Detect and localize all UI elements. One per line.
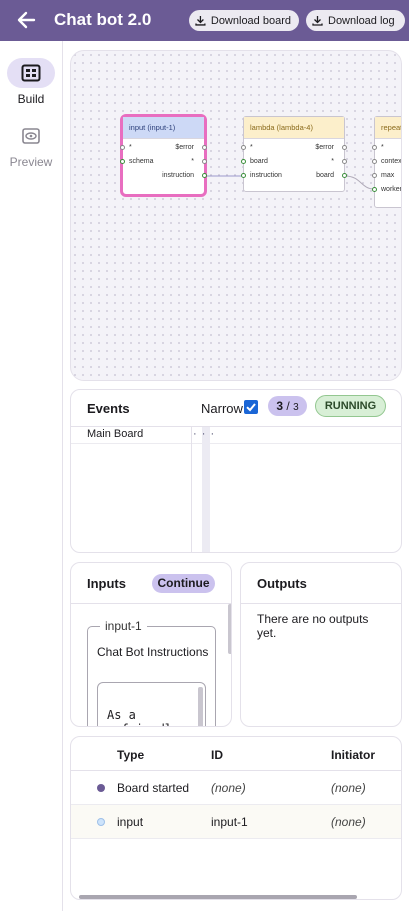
- rail-build-label: Build: [17, 92, 45, 106]
- events-row-label: Main Board: [87, 428, 144, 440]
- port-dot[interactable]: [202, 159, 207, 164]
- table-horizontal-scrollbar[interactable]: [79, 895, 357, 899]
- port-label: max: [381, 172, 395, 179]
- preview-eye-icon: [22, 128, 40, 144]
- port-dot[interactable]: [372, 187, 377, 192]
- port-label: *: [250, 144, 253, 151]
- back-arrow-icon[interactable]: [14, 9, 38, 31]
- port-dot[interactable]: [202, 145, 207, 150]
- nav-rail: Build Preview: [0, 41, 63, 911]
- narrow-label: Narrow: [201, 401, 243, 416]
- divider: [191, 427, 192, 552]
- column-header-id[interactable]: ID: [211, 748, 223, 762]
- port-label: *: [191, 158, 194, 165]
- download-icon: [312, 16, 323, 26]
- cell-type: input: [117, 815, 144, 829]
- continue-button[interactable]: Continue: [152, 574, 215, 593]
- graph-node-input[interactable]: input (input-1) * schema $error * instru…: [120, 114, 207, 197]
- event-count-total: 3: [293, 402, 299, 413]
- port-dot[interactable]: [372, 159, 377, 164]
- app-header: Chat bot 2.0 Download board Download log: [0, 0, 409, 41]
- inputs-title: Inputs: [87, 576, 126, 591]
- port-label: context: [381, 158, 402, 165]
- fieldset-legend: input-1: [100, 619, 147, 633]
- graph-edges: [207, 175, 375, 190]
- table-row[interactable]: Board started (none) (none): [71, 771, 401, 805]
- outputs-empty-text: There are no outputs yet.: [257, 612, 369, 640]
- table-row[interactable]: input input-1 (none): [71, 805, 401, 839]
- cell-initiator: (none): [331, 815, 366, 829]
- download-icon: [195, 16, 206, 26]
- checkmark-icon: [246, 403, 256, 412]
- port-dot[interactable]: [120, 145, 125, 150]
- build-board-icon: [21, 64, 41, 82]
- port-label: schema: [129, 158, 154, 165]
- node-title: repeat: [375, 117, 401, 139]
- input-fieldset: input-1 Chat Bot Instructions As a frien…: [87, 619, 216, 726]
- port-label: $error: [175, 144, 194, 151]
- events-row[interactable]: Main Board: [71, 427, 401, 444]
- cell-id: input-1: [211, 815, 248, 829]
- events-panel: Events Narrow 3 / 3 RUNNING Main Board ·…: [70, 389, 402, 553]
- event-table: Type ID Initiator Board started (none) (…: [70, 736, 402, 900]
- graph-node-lambda[interactable]: lambda (lambda-4) * board instruction $e…: [241, 116, 347, 192]
- inputs-scrollbar[interactable]: [228, 604, 231, 654]
- event-dot: [97, 784, 105, 792]
- outputs-title: Outputs: [257, 576, 307, 591]
- port-label: *: [331, 158, 334, 165]
- port-label: worker: [381, 186, 402, 193]
- port-label: instruction: [162, 172, 194, 179]
- column-header-initiator[interactable]: Initiator: [331, 748, 375, 762]
- event-count-separator: /: [283, 399, 294, 413]
- narrow-checkbox[interactable]: [244, 400, 258, 414]
- divider: [71, 603, 231, 604]
- port-label: $error: [315, 144, 334, 151]
- port-label: *: [381, 144, 384, 151]
- board-graph-canvas[interactable]: input (input-1) * schema $error * instru…: [70, 50, 402, 381]
- port-dot[interactable]: [241, 145, 246, 150]
- port-dot[interactable]: [342, 173, 347, 178]
- port-dot[interactable]: [241, 159, 246, 164]
- event-dot: [97, 818, 105, 826]
- rail-preview-label: Preview: [9, 155, 53, 169]
- port-dot[interactable]: [342, 145, 347, 150]
- cell-type: Board started: [117, 781, 190, 795]
- rail-item-preview[interactable]: Preview: [0, 121, 62, 169]
- port-label: board: [316, 172, 334, 179]
- node-title: lambda (lambda-4): [244, 117, 344, 139]
- node-title: input (input-1): [123, 117, 204, 139]
- field-label: Chat Bot Instructions: [97, 645, 209, 659]
- textarea-scrollbar[interactable]: [198, 687, 203, 726]
- timeline-track: [202, 427, 210, 552]
- outputs-panel: Outputs There are no outputs yet.: [240, 562, 402, 727]
- port-dot[interactable]: [202, 173, 207, 178]
- cell-id: (none): [211, 781, 246, 795]
- column-header-type[interactable]: Type: [117, 748, 144, 762]
- page-title: Chat bot 2.0: [54, 10, 152, 29]
- port-label: *: [129, 144, 132, 151]
- rail-item-build[interactable]: Build: [0, 58, 62, 106]
- textarea-value: As a friendly: [107, 708, 179, 726]
- port-dot[interactable]: [372, 145, 377, 150]
- port-label: instruction: [250, 172, 282, 179]
- event-count-badge: 3 / 3: [268, 396, 307, 416]
- status-badge: RUNNING: [315, 395, 386, 417]
- port-dot[interactable]: [241, 173, 246, 178]
- inputs-panel: Inputs Continue input-1 Chat Bot Instruc…: [70, 562, 232, 727]
- timeline-marker: · · ·: [193, 428, 216, 440]
- download-board-button[interactable]: Download board: [189, 10, 299, 31]
- port-label: board: [250, 158, 268, 165]
- graph-node-repeat[interactable]: repeat * context max worker: [372, 116, 402, 208]
- download-log-button[interactable]: Download log: [306, 10, 405, 31]
- cell-initiator: (none): [331, 781, 366, 795]
- port-dot[interactable]: [342, 159, 347, 164]
- events-title: Events: [87, 401, 130, 416]
- download-board-label: Download board: [210, 14, 291, 27]
- edge-board-worker: [344, 175, 375, 190]
- download-log-label: Download log: [328, 14, 395, 27]
- port-dot[interactable]: [372, 173, 377, 178]
- port-dot[interactable]: [120, 159, 125, 164]
- instructions-textarea[interactable]: As a friendly: [97, 682, 206, 726]
- divider: [241, 603, 401, 604]
